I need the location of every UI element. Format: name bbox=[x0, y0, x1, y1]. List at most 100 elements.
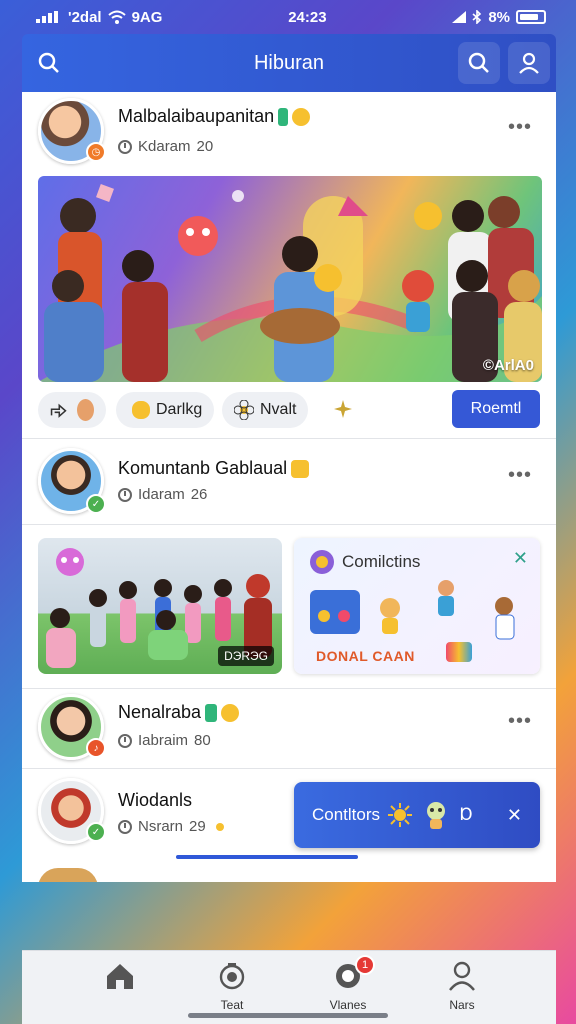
reaction-chip-label: Darlkg bbox=[156, 401, 203, 418]
post-author[interactable]: Komuntanb Gablaual bbox=[118, 458, 310, 479]
close-icon[interactable]: ✕ bbox=[507, 805, 522, 826]
home-indicator[interactable] bbox=[188, 1013, 388, 1018]
user-icon bbox=[449, 961, 475, 991]
more-options-icon[interactable]: ••• bbox=[508, 710, 532, 733]
bottom-nav-label: Vlanes bbox=[329, 998, 367, 1012]
clock-icon bbox=[118, 139, 132, 154]
avatar-badge: ◷ bbox=[86, 142, 106, 162]
profile-button[interactable] bbox=[508, 42, 550, 84]
divider bbox=[22, 438, 556, 439]
community-icon-dot bbox=[316, 556, 328, 568]
communities-illustration bbox=[310, 580, 515, 640]
clock-icon bbox=[118, 487, 132, 502]
wifi-icon bbox=[107, 10, 126, 24]
carrier-text: '2dal bbox=[68, 8, 102, 26]
user-icon bbox=[519, 52, 539, 74]
floating-banner-tag: Ɒ bbox=[460, 805, 474, 824]
communities-title: Comilctins bbox=[342, 552, 421, 571]
battery-icon bbox=[516, 10, 546, 24]
bottom-nav-label: Nars bbox=[449, 998, 475, 1012]
post-header[interactable]: ◷ Malbalaibaupanitan Kdaram 20 ••• bbox=[22, 96, 556, 168]
post-author[interactable]: Nenalraba bbox=[118, 702, 240, 723]
bottom-nav-watch[interactable]: Teat bbox=[192, 961, 272, 1017]
post-author[interactable]: Malbalaibaupanitan bbox=[118, 106, 311, 127]
post-meta-count: 80 bbox=[194, 732, 211, 749]
sparkle-icon[interactable] bbox=[334, 400, 352, 418]
post-meta: Iabraim 80 bbox=[118, 732, 211, 749]
post-author-name: Wiodanls bbox=[118, 790, 193, 810]
post-author-name: Komuntanb Gablaual bbox=[118, 458, 288, 478]
network-text: 9AG bbox=[131, 8, 163, 26]
communities-subtitle: DONAL CAAN bbox=[316, 648, 415, 664]
divider bbox=[22, 768, 556, 769]
bottom-nav-home[interactable] bbox=[80, 961, 160, 1017]
battery-percent: 8% bbox=[488, 8, 510, 26]
bottom-nav-label: Teat bbox=[220, 998, 244, 1012]
post-meta-count: 20 bbox=[196, 138, 214, 155]
avatar-badge: ♪ bbox=[86, 738, 106, 758]
post-meta-count: 26 bbox=[190, 486, 208, 503]
status-left: '2dal 9AG bbox=[36, 9, 162, 26]
more-options-icon[interactable]: ••• bbox=[508, 116, 532, 139]
post-author[interactable]: Wiodanls bbox=[118, 790, 192, 811]
post-meta-text: Kdaram bbox=[138, 138, 191, 155]
post-meta-text: Idaram bbox=[138, 486, 185, 503]
close-icon[interactable]: ✕ bbox=[513, 548, 528, 569]
post-header[interactable]: ✓ Komuntanb Gablaual Idaram 26 ••• bbox=[22, 444, 556, 516]
search-button-right[interactable] bbox=[458, 42, 500, 84]
more-options-icon[interactable]: ••• bbox=[508, 464, 532, 487]
bottom-nav-profile[interactable]: Nars bbox=[422, 961, 502, 1017]
clock-time: 24:23 bbox=[288, 8, 327, 26]
post-meta: Idaram 26 bbox=[118, 486, 207, 503]
app-header: Hiburan bbox=[22, 34, 556, 92]
post-meta-count: 29 bbox=[189, 818, 206, 835]
reaction-chip-wow[interactable]: Nvalt bbox=[222, 392, 309, 428]
image-watermark: ©ArlA0 bbox=[482, 357, 534, 374]
divider bbox=[22, 688, 556, 689]
post-image[interactable]: ©ArlA0 bbox=[38, 176, 542, 382]
status-right: 8% bbox=[452, 9, 546, 26]
avatar-partial bbox=[38, 868, 98, 882]
tab-indicator bbox=[176, 855, 358, 859]
reaction-action-button[interactable]: Roemtl bbox=[452, 390, 540, 428]
reaction-bar: Darlkg Nvalt Roemtl bbox=[38, 390, 542, 430]
camera-icon bbox=[219, 963, 245, 990]
bottom-nav-icon-wrap: 1 bbox=[333, 955, 375, 996]
reaction-chip-label: Nvalt bbox=[260, 401, 297, 418]
post-author-name: Nenalraba bbox=[118, 702, 202, 722]
reaction-chip-share[interactable] bbox=[38, 392, 106, 428]
home-icon bbox=[107, 964, 133, 989]
avatar-badge: ✓ bbox=[86, 822, 106, 842]
signal-bars-icon bbox=[452, 11, 467, 23]
reaction-chip-like[interactable]: Darlkg bbox=[116, 392, 215, 428]
share-icon bbox=[50, 403, 67, 418]
communities-card[interactable]: Comilctins ✕ DONAL CAAN bbox=[294, 538, 540, 674]
bluetooth-icon bbox=[472, 10, 482, 24]
flower-icon bbox=[234, 400, 254, 420]
thumb-emoji-icon bbox=[132, 401, 150, 419]
floating-banner-label: Contltors bbox=[312, 805, 381, 824]
status-bar: '2dal 9AG 24:23 8% bbox=[0, 0, 576, 34]
video-duration-label: DЭRЭG bbox=[218, 646, 274, 666]
post-header[interactable]: ♪ Nenalraba Iabraim 80 ••• bbox=[22, 692, 556, 764]
page-title: Hiburan bbox=[253, 51, 325, 74]
post-meta-text: Nsrarn bbox=[138, 818, 184, 835]
search-button[interactable] bbox=[28, 42, 70, 84]
leaf-icon bbox=[278, 108, 289, 127]
notification-badge: 1 bbox=[355, 955, 375, 975]
bottom-nav-videos[interactable]: 1 Vlanes bbox=[308, 955, 388, 1017]
dot-icon bbox=[215, 822, 224, 831]
leaf-icon bbox=[205, 704, 218, 723]
smile-emoji-icon bbox=[221, 704, 240, 723]
divider bbox=[22, 524, 556, 525]
feed: ◷ Malbalaibaupanitan Kdaram 20 ••• ©ArlA… bbox=[22, 92, 556, 882]
face-avatar-icon bbox=[77, 399, 94, 421]
video-card[interactable]: DЭRЭG bbox=[38, 538, 282, 674]
smile-emoji-icon bbox=[292, 108, 311, 127]
gift-icon bbox=[446, 642, 472, 662]
clock-icon bbox=[118, 733, 132, 748]
avatar-badge: ✓ bbox=[86, 494, 106, 514]
banner-illustration bbox=[38, 184, 542, 382]
floating-banner[interactable]: Contltors Ɒ ✕ bbox=[294, 782, 540, 848]
clock-icon bbox=[118, 819, 132, 834]
